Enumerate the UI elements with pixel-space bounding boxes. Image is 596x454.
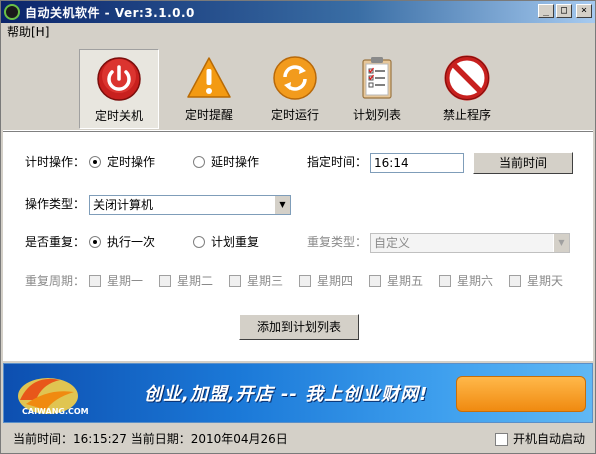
title-bar[interactable]: 自动关机软件 - Ver:3.1.0.0 _ □ × xyxy=(1,1,595,23)
autostart-label: 开机自动启动 xyxy=(513,432,586,446)
refresh-icon xyxy=(273,56,317,100)
weekday-checkbox-wed[interactable]: 星期三 xyxy=(229,271,283,291)
weekday-label: 星期六 xyxy=(457,274,494,288)
autostart-checkbox[interactable]: 开机自动启动 xyxy=(495,429,585,449)
radio-label: 计划重复 xyxy=(211,235,260,249)
weekday-checkbox-mon[interactable]: 星期一 xyxy=(89,271,143,291)
banner-slogan: 创业,加盟,开店 -- 我上创业财网! xyxy=(144,384,429,405)
radio-plan-repeat[interactable]: 计划重复 xyxy=(193,232,259,252)
radio-label: 定时操作 xyxy=(107,155,156,169)
radio-dot[interactable] xyxy=(89,236,101,248)
timing-label: 计时操作： xyxy=(25,155,86,169)
weekday-checkbox-fri[interactable]: 星期五 xyxy=(369,271,423,291)
menu-bar: 帮助[H] xyxy=(1,23,595,41)
weekday-label: 星期二 xyxy=(177,274,214,288)
radio-delay-op[interactable]: 延时操作 xyxy=(193,152,259,172)
repeat-cycle-label: 重复周期： xyxy=(25,274,86,288)
time-input[interactable]: 16:14 xyxy=(370,153,464,173)
weekday-label: 星期五 xyxy=(387,274,424,288)
app-window: 自动关机软件 - Ver:3.1.0.0 _ □ × 帮助[H] 定时关机 定时… xyxy=(0,0,596,454)
tab-timed-run[interactable]: 定时运行 xyxy=(255,49,335,129)
repeat-type-label: 重复类型： xyxy=(307,235,368,249)
tab-plan-list[interactable]: 计划列表 xyxy=(337,49,417,129)
weekday-label: 星期一 xyxy=(107,274,144,288)
repeat-type-value: 自定义 xyxy=(374,236,411,250)
dropdown-arrow-icon[interactable]: ▼ xyxy=(274,196,290,214)
close-button[interactable]: × xyxy=(576,4,592,18)
tab-label: 定时关机 xyxy=(94,109,143,123)
radio-timed-op[interactable]: 定时操作 xyxy=(89,152,155,172)
banner-orange-button[interactable] xyxy=(456,376,586,412)
add-to-plan-button[interactable]: 添加到计划列表 xyxy=(239,314,359,340)
radio-dot[interactable] xyxy=(193,156,205,168)
logo-text: CAIWANG.COM xyxy=(22,407,89,416)
clipboard-icon xyxy=(362,57,392,99)
specified-time-label: 指定时间： xyxy=(307,155,368,169)
toolbar: 定时关机 定时提醒 定时运行 计划列表 禁止程序 xyxy=(3,43,593,131)
minimize-button[interactable]: _ xyxy=(538,4,554,18)
weekday-checkbox-thu[interactable]: 星期四 xyxy=(299,271,353,291)
tab-label: 计划列表 xyxy=(352,108,401,122)
radio-dot[interactable] xyxy=(89,156,101,168)
ad-banner[interactable]: CAIWANG.COM 创业,加盟,开店 -- 我上创业财网! xyxy=(3,363,593,423)
status-bar: 当前时间：16:15:27 当前日期：2010年04月26日 开机自动启动 xyxy=(1,425,595,453)
repeat-label: 是否重复： xyxy=(25,235,86,249)
current-time-button[interactable]: 当前时间 xyxy=(473,152,573,174)
tab-timed-shutdown[interactable]: 定时关机 xyxy=(79,49,159,129)
weekday-label: 星期天 xyxy=(527,274,564,288)
window-title: 自动关机软件 - Ver:3.1.0.0 xyxy=(25,5,195,20)
weekday-checkbox-sat[interactable]: 星期六 xyxy=(439,271,493,291)
tab-label: 定时提醒 xyxy=(184,108,233,122)
maximize-button[interactable]: □ xyxy=(556,4,572,18)
op-type-select[interactable]: 关闭计算机 ▼ xyxy=(89,195,291,215)
radio-label: 延时操作 xyxy=(211,155,260,169)
radio-dot[interactable] xyxy=(193,236,205,248)
tab-label: 禁止程序 xyxy=(442,108,491,122)
tab-block-program[interactable]: 禁止程序 xyxy=(427,49,507,129)
forbidden-icon xyxy=(444,55,490,101)
weekday-label: 星期四 xyxy=(317,274,354,288)
op-type-label: 操作类型： xyxy=(25,197,86,211)
app-icon xyxy=(4,4,20,20)
settings-panel: 计时操作： 定时操作 延时操作 指定时间： 16:14 当前时间 操作类型： 关… xyxy=(3,131,593,361)
menu-help[interactable]: 帮助[H] xyxy=(7,25,49,39)
repeat-type-select[interactable]: 自定义 ▼ xyxy=(370,233,570,253)
op-type-value: 关闭计算机 xyxy=(93,198,154,212)
warning-icon xyxy=(187,57,231,98)
radio-label: 执行一次 xyxy=(107,235,156,249)
checkbox-box[interactable] xyxy=(495,432,508,446)
window-controls: _ □ × xyxy=(538,4,592,18)
tab-timed-reminder[interactable]: 定时提醒 xyxy=(169,49,249,129)
power-icon xyxy=(97,57,141,101)
weekday-checkbox-sun[interactable]: 星期天 xyxy=(509,271,563,291)
weekday-label: 星期三 xyxy=(247,274,284,288)
status-datetime: 当前时间：16:15:27 当前日期：2010年04月26日 xyxy=(13,432,288,446)
dropdown-arrow-icon[interactable]: ▼ xyxy=(553,234,569,252)
caiwang-logo-icon: CAIWANG.COM xyxy=(18,378,89,416)
radio-once[interactable]: 执行一次 xyxy=(89,232,155,252)
weekday-checkbox-tue[interactable]: 星期二 xyxy=(159,271,213,291)
tab-label: 定时运行 xyxy=(270,108,319,122)
